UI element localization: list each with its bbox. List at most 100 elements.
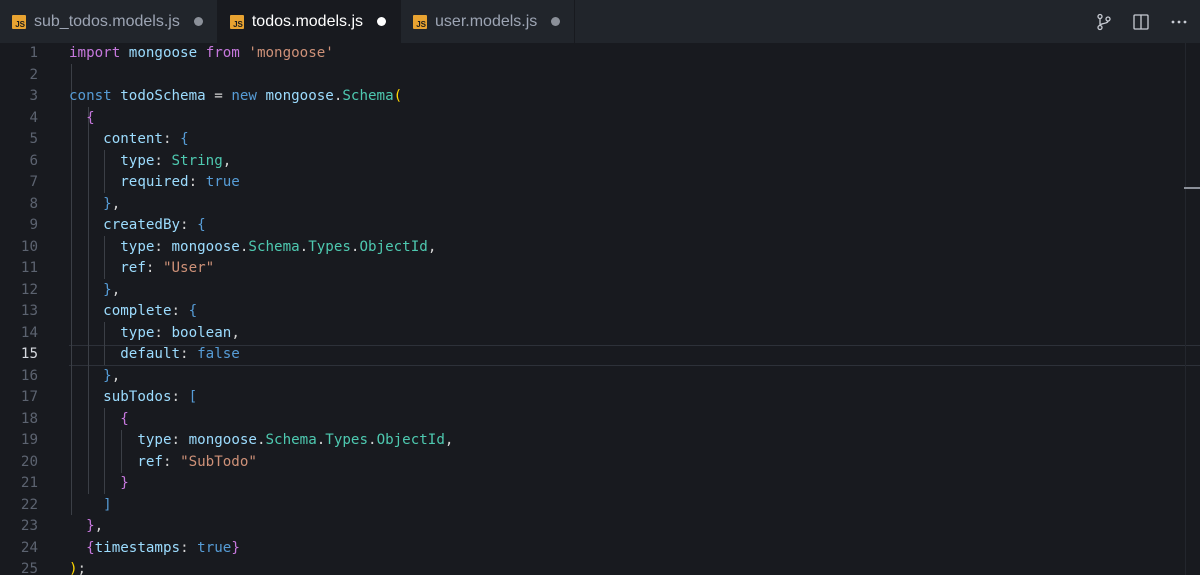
line-number: 10 xyxy=(20,238,38,255)
code-token: } xyxy=(103,195,112,212)
line-number: 25 xyxy=(20,561,38,575)
unsaved-dot-icon[interactable] xyxy=(551,17,561,26)
line-number: 11 xyxy=(20,260,38,276)
code-token: complete xyxy=(103,303,172,319)
line-number: 18 xyxy=(20,410,38,427)
unsaved-dot-icon[interactable] xyxy=(377,17,387,26)
code-line[interactable]: 24 {timestamps: true} xyxy=(0,538,1200,560)
code-text: }, xyxy=(69,366,120,388)
code-token: : xyxy=(180,539,198,556)
scrollbar-cursor-marker xyxy=(1184,187,1200,189)
line-number: 21 xyxy=(20,475,38,491)
code-line[interactable]: 20 ref: "SubTodo" xyxy=(0,452,1200,474)
code-token: type xyxy=(120,324,155,341)
code-line[interactable]: 25); xyxy=(0,559,1200,575)
code-token: } xyxy=(231,539,240,556)
split-editor-icon[interactable] xyxy=(1132,13,1150,31)
code-text: }, xyxy=(69,194,120,216)
tab-user-models[interactable]: JS user.models.js xyxy=(401,0,576,43)
line-number: 5 xyxy=(29,131,38,147)
code-line[interactable]: 19 type: mongoose.Schema.Types.ObjectId, xyxy=(0,430,1200,452)
code-editor[interactable]: 1 import mongoose from 'mongoose' 2 3 const … xyxy=(0,43,1200,575)
code-token: : xyxy=(154,324,172,341)
code-line[interactable]: 6 type: String, xyxy=(0,151,1200,173)
code-token: content xyxy=(103,131,163,147)
code-line[interactable]: 13 complete: { xyxy=(0,301,1200,323)
code-line[interactable]: 23 }, xyxy=(0,516,1200,538)
code-line[interactable]: 17 subTodos: [ xyxy=(0,387,1200,409)
code-text: }, xyxy=(69,280,120,302)
code-token: 'mongoose' xyxy=(248,45,334,61)
code-line[interactable]: 12 }, xyxy=(0,280,1200,302)
tab-todos-models[interactable]: JS todos.models.js xyxy=(217,0,402,43)
code-text: default: false xyxy=(69,344,240,366)
code-token: "User" xyxy=(162,260,215,276)
tab-sub-todos-models[interactable]: JS sub_todos.models.js xyxy=(0,0,218,43)
code-line[interactable]: 10 type: mongoose.Schema.Types.ObjectId, xyxy=(0,237,1200,259)
code-token: : xyxy=(171,432,189,448)
code-token: boolean xyxy=(171,324,232,341)
code-text: type: boolean, xyxy=(69,323,240,345)
unsaved-dot-icon[interactable] xyxy=(193,17,203,26)
code-line[interactable]: 3 const todoSchema = new mongoose.Schema( xyxy=(0,86,1200,108)
vertical-scrollbar[interactable] xyxy=(1185,43,1200,575)
code-line[interactable]: 16 }, xyxy=(0,366,1200,388)
code-token: ) xyxy=(69,561,78,575)
code-token: false xyxy=(197,346,240,362)
code-token: from xyxy=(205,45,240,61)
editor-tab-bar: JS sub_todos.models.js JS todos.models.j… xyxy=(0,0,1200,43)
line-number: 4 xyxy=(29,109,38,126)
line-number: 13 xyxy=(20,303,38,319)
code-token: . xyxy=(368,432,377,448)
code-token: : xyxy=(180,217,198,233)
code-token: ObjectId xyxy=(359,238,428,255)
editor-actions xyxy=(1096,0,1200,43)
code-text: }, xyxy=(69,516,103,538)
code-token: Types xyxy=(325,432,369,448)
code-line[interactable]: 7 required: true xyxy=(0,172,1200,194)
js-file-icon: JS xyxy=(413,14,428,29)
code-token: createdBy xyxy=(103,217,181,233)
code-token: ] xyxy=(103,496,112,513)
code-text: ); xyxy=(69,559,86,575)
code-line[interactable]: 14 type: boolean, xyxy=(0,323,1200,345)
code-token: type xyxy=(120,152,155,169)
code-line[interactable]: 11 ref: "User" xyxy=(0,258,1200,280)
line-number: 14 xyxy=(20,324,38,341)
code-line[interactable]: 21 } xyxy=(0,473,1200,495)
code-token: { xyxy=(120,410,129,427)
more-actions-icon[interactable] xyxy=(1170,13,1188,31)
line-number: 9 xyxy=(29,217,38,233)
source-control-icon[interactable] xyxy=(1096,13,1112,31)
code-line[interactable]: 4 { xyxy=(0,108,1200,130)
code-token: mongoose xyxy=(265,88,334,104)
code-line[interactable]: 5 content: { xyxy=(0,129,1200,151)
code-line[interactable]: 22 ] xyxy=(0,495,1200,517)
code-line[interactable]: 1 import mongoose from 'mongoose' xyxy=(0,43,1200,65)
code-line[interactable]: 8 }, xyxy=(0,194,1200,216)
code-token: , xyxy=(427,238,437,255)
code-token: : xyxy=(145,260,163,276)
code-line[interactable]: 15 default: false xyxy=(0,344,1200,366)
code-token: Types xyxy=(308,238,351,255)
code-token: : xyxy=(188,174,206,190)
code-line[interactable]: 9 createdBy: { xyxy=(0,215,1200,237)
code-token: const xyxy=(69,88,112,104)
line-number: 1 xyxy=(29,45,38,61)
code-line[interactable]: 2 xyxy=(0,65,1200,87)
line-number: 3 xyxy=(29,88,38,104)
code-line[interactable]: 18 { xyxy=(0,409,1200,431)
code-token: , xyxy=(444,432,454,448)
code-token: { xyxy=(86,109,95,126)
code-token: new xyxy=(231,88,257,104)
